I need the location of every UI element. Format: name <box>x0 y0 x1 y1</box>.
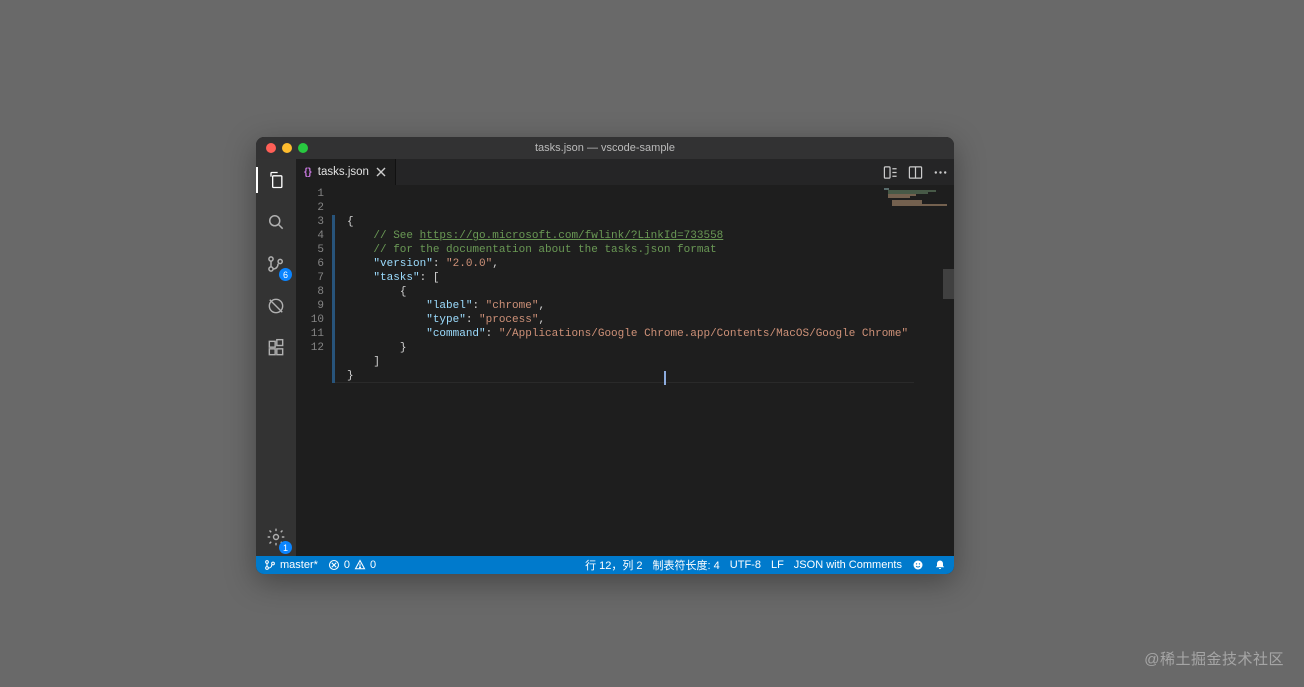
notifications-icon[interactable] <box>934 559 946 571</box>
code-line[interactable]: } <box>332 369 954 383</box>
line-number: 5 <box>296 243 324 257</box>
watermark-text: @稀土掘金技术社区 <box>1144 648 1284 669</box>
line-number: 2 <box>296 201 324 215</box>
code-line[interactable]: "type": "process", <box>332 313 954 327</box>
code-line[interactable]: "command": "/Applications/Google Chrome.… <box>332 327 954 341</box>
git-branch-status[interactable]: master* <box>264 559 318 571</box>
vscode-window: tasks.json — vscode-sample 6 1 <box>256 137 954 574</box>
explorer-icon[interactable] <box>256 165 296 195</box>
problems-status[interactable]: 0 0 <box>328 559 376 571</box>
line-number: 9 <box>296 299 324 313</box>
minimize-window-button[interactable] <box>282 143 292 153</box>
vertical-scrollbar[interactable] <box>943 185 954 556</box>
debug-icon[interactable] <box>256 291 296 321</box>
branch-name: master* <box>280 559 318 571</box>
window-title: tasks.json — vscode-sample <box>256 142 954 154</box>
code-line[interactable]: ] <box>332 355 954 369</box>
editor-tabs: {} tasks.json <box>296 159 954 185</box>
split-editor-icon[interactable] <box>908 165 923 180</box>
main-body: 6 1 {} tasks.json <box>256 159 954 556</box>
scm-badge: 6 <box>279 268 292 281</box>
line-number: 6 <box>296 257 324 271</box>
code-line[interactable]: "label": "chrome", <box>332 299 954 313</box>
line-number: 4 <box>296 229 324 243</box>
line-number: 11 <box>296 327 324 341</box>
extensions-icon[interactable] <box>256 333 296 363</box>
cursor-position-status[interactable]: 行 12，列 2 <box>585 557 642 573</box>
code-line[interactable]: // See https://go.microsoft.com/fwlink/?… <box>332 229 954 243</box>
text-editor[interactable]: 123456789101112 { // See https://go.micr… <box>296 185 954 556</box>
line-number-gutter: 123456789101112 <box>296 185 332 556</box>
activity-bar: 6 1 <box>256 159 296 556</box>
warning-count: 0 <box>370 559 376 571</box>
editor-actions <box>883 159 954 185</box>
code-line[interactable]: } <box>332 341 954 355</box>
scrollbar-thumb[interactable] <box>943 269 954 299</box>
code-line[interactable]: "version": "2.0.0", <box>332 257 954 271</box>
tab-close-icon[interactable] <box>375 166 387 178</box>
language-mode-status[interactable]: JSON with Comments <box>794 559 902 571</box>
json-file-icon: {} <box>304 167 312 178</box>
code-line[interactable]: { <box>332 215 954 229</box>
line-number: 1 <box>296 187 324 201</box>
settings-badge: 1 <box>279 541 292 554</box>
code-line[interactable]: // for the documentation about the tasks… <box>332 243 954 257</box>
more-actions-icon[interactable] <box>933 165 948 180</box>
tab-label: tasks.json <box>318 166 369 178</box>
zoom-window-button[interactable] <box>298 143 308 153</box>
encoding-status[interactable]: UTF-8 <box>730 559 761 571</box>
text-cursor <box>664 371 666 385</box>
line-number: 8 <box>296 285 324 299</box>
code-line[interactable]: { <box>332 285 954 299</box>
warning-icon <box>354 559 366 571</box>
line-number: 12 <box>296 341 324 355</box>
indentation-status[interactable]: 制表符长度: 4 <box>653 557 720 573</box>
status-bar: master* 0 0 行 12，列 2 制表符长度: 4 UTF-8 LF J… <box>256 556 954 574</box>
code-line[interactable]: "tasks": [ <box>332 271 954 285</box>
code-content[interactable]: { // See https://go.microsoft.com/fwlink… <box>332 185 954 556</box>
close-window-button[interactable] <box>266 143 276 153</box>
line-number: 10 <box>296 313 324 327</box>
source-control-icon[interactable]: 6 <box>256 249 296 279</box>
titlebar: tasks.json — vscode-sample <box>256 137 954 159</box>
feedback-icon[interactable] <box>912 559 924 571</box>
editor-area: {} tasks.json 123456789101112 { // See h… <box>296 159 954 556</box>
git-branch-icon <box>264 559 276 571</box>
window-controls <box>256 143 308 153</box>
tab-tasks-json[interactable]: {} tasks.json <box>296 159 396 185</box>
compare-changes-icon[interactable] <box>883 165 898 180</box>
error-icon <box>328 559 340 571</box>
line-number: 7 <box>296 271 324 285</box>
error-count: 0 <box>344 559 350 571</box>
search-icon[interactable] <box>256 207 296 237</box>
eol-status[interactable]: LF <box>771 559 784 571</box>
settings-gear-icon[interactable]: 1 <box>256 522 296 552</box>
line-number: 3 <box>296 215 324 229</box>
